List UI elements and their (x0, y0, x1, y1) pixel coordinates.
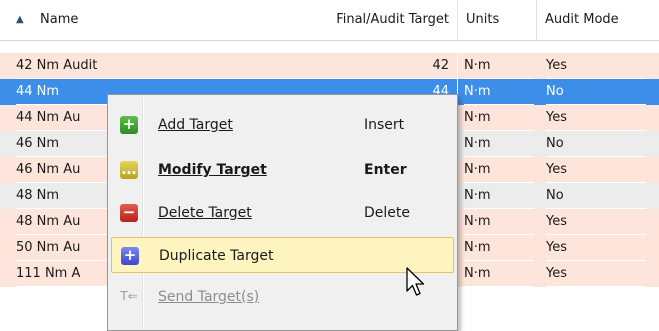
column-target-label[interactable]: Final/Audit Target (336, 0, 449, 40)
delete-icon: − (120, 204, 138, 222)
mouse-cursor-icon (406, 267, 425, 296)
cell-audit: Yes (546, 53, 646, 79)
column-name-label: Name (40, 12, 79, 27)
menu-item-label: Delete Target (158, 205, 252, 221)
cell-units: N·m (464, 183, 534, 209)
cell-audit: No (546, 183, 646, 209)
sort-ascending-icon: ▲ (16, 14, 24, 25)
column-header-audit-mode[interactable]: Audit Mode (537, 0, 659, 40)
cell-name: 42 Nm Audit (16, 53, 216, 79)
cell-units: N·m (464, 235, 534, 261)
grid-header: ▲ Name Final/Audit Target Units Audit Mo… (0, 0, 659, 41)
cell-audit: Yes (546, 235, 646, 261)
menu-item-label: Send Target(s) (158, 289, 260, 305)
menu-item-delete-target[interactable]: − Delete Target Delete (111, 195, 454, 231)
duplicate-icon: + (121, 247, 139, 265)
cell-audit: No (546, 131, 646, 157)
menu-item-shortcut: Delete (364, 205, 410, 221)
cell-units: N·m (464, 131, 534, 157)
column-header-name[interactable]: ▲ Name Final/Audit Target (0, 0, 458, 40)
cell-audit: Yes (546, 105, 646, 131)
menu-item-add-target[interactable]: + Add Target Insert (111, 107, 454, 143)
cell-audit: Yes (546, 261, 646, 287)
menu-item-label: Duplicate Target (159, 248, 274, 264)
menu-item-duplicate-target[interactable]: + Duplicate Target (111, 237, 454, 273)
cell-units: N·m (464, 261, 534, 287)
menu-item-shortcut: Insert (364, 117, 405, 133)
cell-units: N·m (464, 105, 534, 131)
cell-units: N·m (464, 157, 534, 183)
send-icon: T⇐ (120, 289, 138, 303)
cell-units: N·m (464, 209, 534, 235)
column-audit-label: Audit Mode (545, 12, 619, 27)
edit-icon: … (120, 160, 138, 179)
menu-item-send-targets[interactable]: T⇐ Send Target(s) (111, 279, 454, 315)
menu-item-modify-target[interactable]: … Modify Target Enter (111, 152, 454, 188)
menu-item-label: Add Target (158, 117, 233, 133)
cell-audit: Yes (546, 157, 646, 183)
cell-units: N·m (464, 79, 534, 105)
cell-units: N·m (464, 53, 534, 79)
add-icon: + (120, 116, 138, 134)
menu-item-label: Modify Target (158, 162, 267, 178)
cell-audit: No (546, 79, 646, 105)
cell-target: 42 (200, 53, 458, 79)
column-units-label: Units (466, 12, 500, 27)
column-header-units[interactable]: Units (458, 0, 537, 40)
cell-audit: Yes (546, 209, 646, 235)
menu-item-shortcut: Enter (364, 162, 407, 178)
table-row[interactable]: 42 Nm Audit 42 N·m Yes (0, 53, 659, 79)
